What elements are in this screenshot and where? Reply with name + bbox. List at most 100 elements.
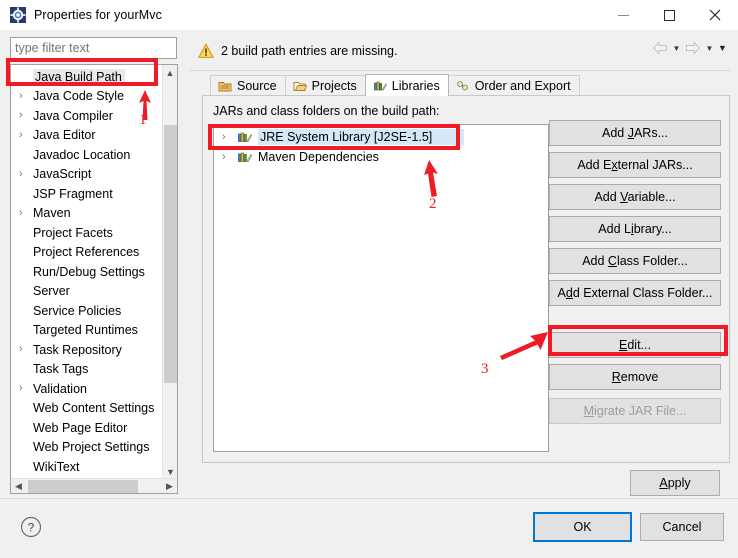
cancel-button[interactable]: Cancel <box>640 513 724 541</box>
annotation-label-2: 2 <box>429 196 437 212</box>
chevron-right-icon[interactable]: › <box>19 90 33 102</box>
library-action-buttons: Add JARs... Add External JARs... Add Var… <box>549 120 721 430</box>
sidebar-item-label: Validation <box>33 381 87 396</box>
list-item-maven-dependencies[interactable]: › Maven Dependencies <box>214 147 548 167</box>
sidebar-item-label: JavaScript <box>33 167 92 182</box>
projects-folder-icon <box>293 79 307 93</box>
sidebar-item-web-project-settings[interactable]: › Web Project Settings <box>11 438 163 458</box>
add-class-folder-label: Add Class Folder... <box>582 254 688 268</box>
sidebar-item-java-code-style[interactable]: › Java Code Style <box>11 87 163 107</box>
add-class-folder-button[interactable]: Add Class Folder... <box>549 248 721 274</box>
window-controls <box>600 0 738 30</box>
sidebar-item-project-facets[interactable]: › Project Facets <box>11 223 163 243</box>
chevron-right-icon: › <box>19 364 33 375</box>
scroll-thumb-horizontal[interactable] <box>28 480 138 493</box>
scroll-thumb[interactable] <box>164 125 177 383</box>
sidebar-item-label: Web Content Settings <box>33 401 155 416</box>
minimize-button[interactable] <box>600 0 646 30</box>
tree-vertical-scrollbar[interactable]: ▲ ▼ <box>162 65 177 479</box>
title-bar: Properties for yourMvc <box>0 0 738 30</box>
scroll-left-icon[interactable]: ◀ <box>11 479 26 493</box>
chevron-right-icon: › <box>19 461 33 472</box>
sidebar-item-run-debug-settings[interactable]: › Run/Debug Settings <box>11 262 163 282</box>
sidebar-item-task-repository[interactable]: › Task Repository <box>11 340 163 360</box>
scroll-down-icon[interactable]: ▼ <box>163 464 177 479</box>
libraries-books-icon <box>373 79 387 93</box>
sidebar-item-web-content-settings[interactable]: › Web Content Settings <box>11 399 163 419</box>
add-external-jars-button[interactable]: Add External JARs... <box>549 152 721 178</box>
tab-label: Source <box>237 79 277 93</box>
sidebar-item-wikitext[interactable]: › WikiText <box>11 457 163 477</box>
sidebar-item-server[interactable]: › Server <box>11 282 163 302</box>
sidebar-item-service-policies[interactable]: › Service Policies <box>11 301 163 321</box>
sidebar-item-java-build-path[interactable]: › Java Build Path <box>11 67 163 87</box>
chevron-right-icon: › <box>19 266 33 277</box>
sidebar-item-label: Server <box>33 284 70 299</box>
filter-input[interactable] <box>10 37 177 59</box>
sidebar-item-label: Targeted Runtimes <box>33 323 138 338</box>
navigation-buttons: ▼ ▼ ▼ <box>651 39 728 57</box>
sidebar-item-targeted-runtimes[interactable]: › Targeted Runtimes <box>11 321 163 341</box>
scroll-up-icon[interactable]: ▲ <box>163 65 177 80</box>
list-item-label: Maven Dependencies <box>258 150 379 164</box>
apply-button[interactable]: Apply <box>630 470 720 496</box>
chevron-right-icon[interactable]: › <box>19 129 33 141</box>
chevron-right-icon[interactable]: › <box>222 151 237 163</box>
chevron-right-icon[interactable]: › <box>19 383 33 394</box>
edit-button[interactable]: Edit... <box>549 332 721 358</box>
sidebar-item-label: Java Code Style <box>33 89 125 104</box>
sidebar-item-label: Project References <box>33 245 140 260</box>
add-variable-button[interactable]: Add Variable... <box>549 184 721 210</box>
sidebar-item-jsp-fragment[interactable]: › JSP Fragment <box>11 184 163 204</box>
add-jars-button[interactable]: Add JARs... <box>549 120 721 146</box>
warning-icon <box>197 43 215 59</box>
properties-gear-icon <box>10 7 26 23</box>
list-item-jre-system-library[interactable]: › JRE System Library [J2SE-1.5] <box>214 127 548 147</box>
sidebar-item-label: Web Project Settings <box>33 440 150 455</box>
sidebar-item-javascript[interactable]: › JavaScript <box>11 165 163 185</box>
chevron-right-icon: › <box>19 188 33 199</box>
libraries-panel: JARs and class folders on the build path… <box>202 95 730 463</box>
chevron-down-icon[interactable]: ▼ <box>717 39 728 57</box>
tab-label: Order and Export <box>474 79 571 93</box>
sidebar-item-project-references[interactable]: › Project References <box>11 243 163 263</box>
remove-button[interactable]: Remove <box>549 364 721 390</box>
chevron-down-icon[interactable]: ▼ <box>671 39 682 57</box>
scroll-right-icon[interactable]: ▶ <box>162 479 177 493</box>
tab-source[interactable]: Source <box>210 75 286 96</box>
sidebar-item-javadoc-location[interactable]: › Javadoc Location <box>11 145 163 165</box>
tab-order-and-export[interactable]: Order and Export <box>447 75 580 96</box>
chevron-right-icon: › <box>19 227 33 238</box>
sidebar-item-label: Web Page Editor <box>33 420 128 435</box>
sidebar-item-web-page-editor[interactable]: › Web Page Editor <box>11 418 163 438</box>
add-external-class-folder-button[interactable]: Add External Class Folder... <box>549 280 721 306</box>
chevron-right-icon: › <box>19 247 33 258</box>
chevron-right-icon[interactable]: › <box>19 207 33 219</box>
sidebar-item-label: WikiText <box>33 459 80 474</box>
maximize-button[interactable] <box>646 0 692 30</box>
chevron-right-icon: › <box>19 286 33 297</box>
help-question-icon[interactable]: ? <box>20 516 42 538</box>
chevron-right-icon[interactable]: › <box>19 344 33 355</box>
close-button[interactable] <box>692 0 738 30</box>
sidebar-item-maven[interactable]: › Maven <box>11 204 163 224</box>
tree-horizontal-scrollbar[interactable]: ◀ ▶ <box>11 478 177 493</box>
chevron-right-icon[interactable]: › <box>19 168 33 180</box>
chevron-down-icon[interactable]: ▼ <box>704 39 715 57</box>
chevron-right-icon[interactable]: › <box>222 131 237 143</box>
sidebar-item-label: Javadoc Location <box>33 147 131 162</box>
chevron-right-icon[interactable]: › <box>19 110 33 121</box>
chevron-right-icon: › <box>19 442 33 453</box>
jars-list[interactable]: › JRE System Library [J2SE-1.5] › Maven … <box>213 124 549 452</box>
chevron-right-icon: › <box>19 71 33 82</box>
add-library-button[interactable]: Add Library... <box>549 216 721 242</box>
tab-libraries[interactable]: Libraries <box>364 74 449 96</box>
ok-button[interactable]: OK <box>533 512 632 542</box>
sidebar-item-validation[interactable]: › Validation <box>11 379 163 399</box>
arrow-left-icon[interactable] <box>651 39 669 57</box>
tab-projects[interactable]: Projects <box>284 75 366 96</box>
arrow-right-icon[interactable] <box>684 39 702 57</box>
library-icon <box>237 129 253 145</box>
sidebar-item-task-tags[interactable]: › Task Tags <box>11 360 163 380</box>
sidebar-item-label: Task Repository <box>33 342 122 357</box>
